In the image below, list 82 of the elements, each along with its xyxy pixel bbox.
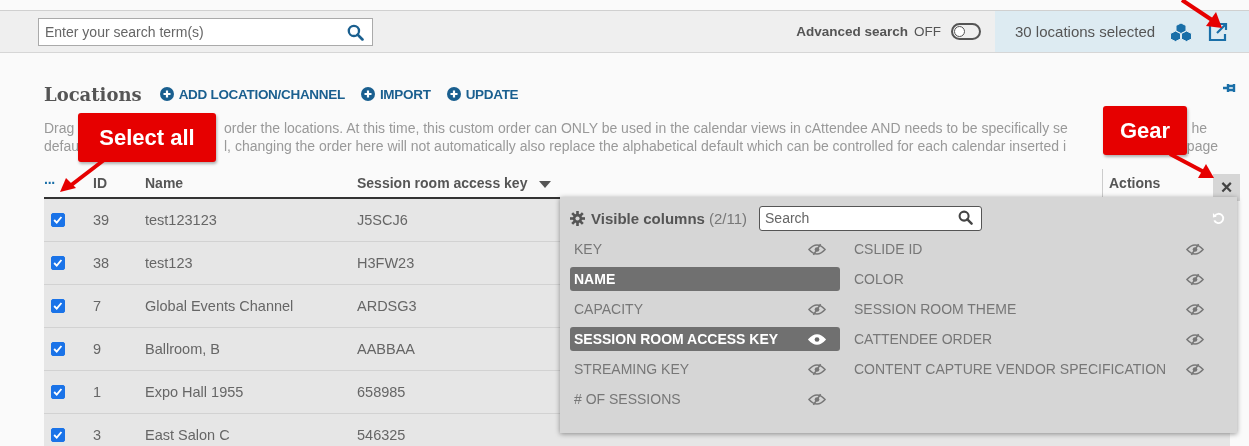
table-cell: Expo Hall 1955 xyxy=(145,384,244,400)
cubes-icon[interactable] xyxy=(1169,21,1194,42)
callout-arrow xyxy=(58,158,108,194)
page-title: Locations xyxy=(44,83,142,105)
plus-circle-icon[interactable] xyxy=(360,87,375,101)
search-field[interactable]: Enter your search term(s) xyxy=(38,17,373,46)
table-cell: 3 xyxy=(93,427,102,443)
callout-label: Select all xyxy=(78,113,216,162)
eye-slash-icon[interactable] xyxy=(1186,272,1204,286)
select-all-menu[interactable]: ··· xyxy=(44,175,55,191)
pin-icon[interactable] xyxy=(1222,82,1238,94)
row-checkbox[interactable] xyxy=(51,385,65,399)
column-header[interactable]: Session room access key xyxy=(357,175,532,191)
description-text: page xyxy=(1186,137,1218,155)
eye-slash-icon[interactable] xyxy=(808,392,826,406)
table-cell: 7 xyxy=(93,298,102,314)
table-cell: Ballroom, B xyxy=(145,341,220,357)
gear-icon xyxy=(570,210,585,226)
table-cell: 546325 xyxy=(357,427,406,443)
search-icon[interactable] xyxy=(958,210,973,225)
column-header: Actions xyxy=(1109,175,1161,191)
column-option[interactable]: COLOR xyxy=(850,267,1218,291)
table-cell: 39 xyxy=(93,212,110,228)
column-option[interactable]: SESSION ROOM ACCESS KEY xyxy=(570,327,840,351)
column-option[interactable]: CONTENT CAPTURE VENDOR SPECIFICATION xyxy=(850,357,1218,381)
description-text: he xyxy=(1191,119,1207,137)
table-cell: test123 xyxy=(145,255,193,271)
search-icon[interactable] xyxy=(347,23,364,41)
description-text: order the locations. At this time, this custom order can ONLY be used in the calendar views in cAttendee AND needs to be specifically se xyxy=(224,119,1068,137)
row-checkbox[interactable] xyxy=(51,213,65,227)
description-text: Drag xyxy=(44,119,74,137)
column-option[interactable]: CAPACITY xyxy=(570,297,840,321)
row-checkbox[interactable] xyxy=(51,428,65,442)
plus-circle-icon[interactable] xyxy=(159,87,174,101)
table-cell: AABBAA xyxy=(357,341,416,357)
eye-slash-icon[interactable] xyxy=(1186,302,1204,316)
row-checkbox[interactable] xyxy=(51,256,65,270)
callout-label: Gear xyxy=(1103,106,1187,155)
advanced-search-label: Advanced search xyxy=(796,24,908,39)
table-cell: 658985 xyxy=(357,384,406,400)
eye-slash-icon[interactable] xyxy=(1186,332,1204,346)
description-text: l, changing the order here will not automatically also replace the alphabetical default which can be controlled for each calendar inserted i xyxy=(224,137,1067,155)
column-option[interactable]: NAME xyxy=(570,267,840,291)
table-cell: J5SCJ6 xyxy=(357,212,408,228)
sort-caret-icon[interactable] xyxy=(539,181,552,188)
eye-slash-icon[interactable] xyxy=(808,362,826,376)
table-cell: Global Events Channel xyxy=(145,298,294,314)
advanced-search-toggle[interactable] xyxy=(951,23,981,40)
selection-count: 30 locations selected xyxy=(1015,23,1156,40)
table-cell: H3FW23 xyxy=(357,255,415,271)
column-search-field[interactable]: Search xyxy=(759,205,982,231)
table-cell: test123123 xyxy=(145,212,217,228)
toggle-state-text: OFF xyxy=(914,24,941,39)
eye-slash-icon[interactable] xyxy=(808,302,826,316)
plus-circle-icon[interactable] xyxy=(446,87,461,101)
table-cell: 38 xyxy=(93,255,110,271)
table-cell: 9 xyxy=(93,341,102,357)
callout-arrow xyxy=(1168,152,1216,180)
column-option[interactable]: CSLIDE ID xyxy=(850,237,1218,261)
external-link-icon[interactable] xyxy=(1207,20,1230,43)
panel-title: Visible columns xyxy=(591,209,705,227)
column-option[interactable]: SESSION ROOM THEME xyxy=(850,297,1218,321)
row-checkbox[interactable] xyxy=(51,342,65,356)
column-option[interactable]: CATTENDEE ORDER xyxy=(850,327,1218,351)
table-cell: 1 xyxy=(93,384,102,400)
eye-slash-icon[interactable] xyxy=(808,242,826,256)
column-header: ID xyxy=(93,175,107,191)
table-cell: ARDSG3 xyxy=(357,298,417,314)
row-checkbox[interactable] xyxy=(51,299,65,313)
eye-icon[interactable] xyxy=(808,332,826,346)
column-option[interactable]: # OF SESSIONS xyxy=(570,387,840,411)
column-count: (2/11) xyxy=(708,209,747,227)
column-header: Name xyxy=(145,175,184,191)
eye-slash-icon[interactable] xyxy=(1186,242,1204,256)
action-link[interactable]: ADD LOCATION/CHANNEL xyxy=(159,86,345,102)
table-cell: East Salon C xyxy=(145,427,230,443)
eye-slash-icon[interactable] xyxy=(1186,362,1204,376)
callout-arrow xyxy=(1180,0,1224,30)
column-option[interactable]: KEY xyxy=(570,237,840,261)
action-link[interactable]: IMPORT xyxy=(360,86,431,102)
column-option[interactable]: STREAMING KEY xyxy=(570,357,840,381)
action-link[interactable]: UPDATE xyxy=(446,86,519,102)
